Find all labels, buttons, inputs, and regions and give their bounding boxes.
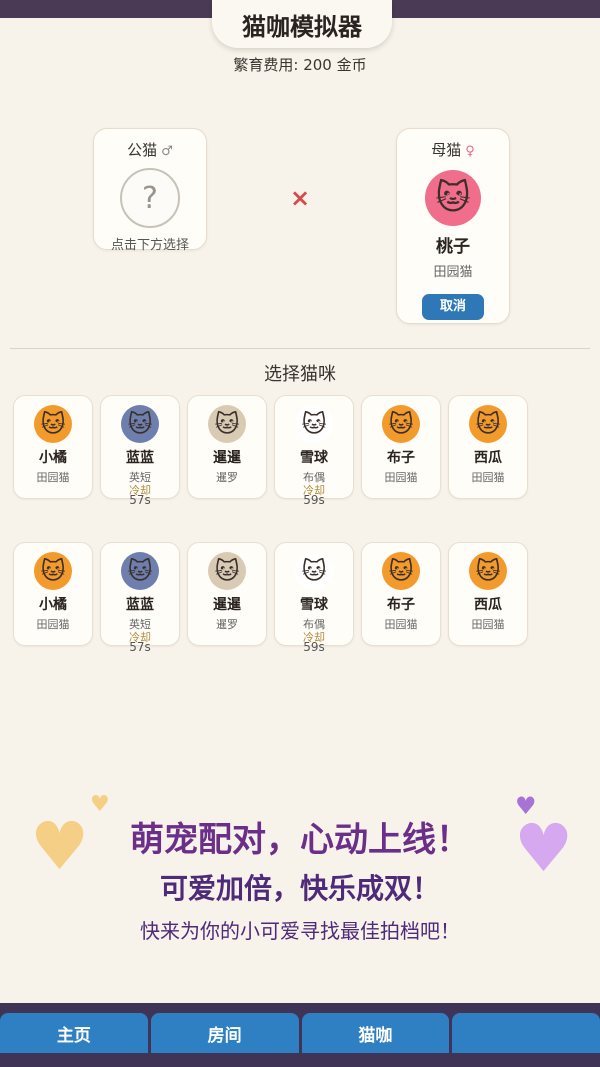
cat-card-xianxian[interactable]: 🐱 暹暹 暹罗 — [187, 395, 267, 499]
cat-avatar: 🐱 — [469, 552, 507, 590]
cat-name: 小橘 — [39, 450, 67, 466]
question-icon[interactable]: ? — [120, 168, 180, 228]
cat-breed: 暹罗 — [216, 618, 238, 631]
cat-avatar: 🐱 — [382, 552, 420, 590]
cat-card-buzi[interactable]: 🐱 布子 田园猫 — [361, 395, 441, 499]
cancel-button[interactable]: 取消 — [422, 294, 484, 320]
female-symbol-icon: ♀ — [465, 144, 475, 159]
cat-name: 雪球 — [300, 450, 328, 466]
bottom-nav: 主页 房间 猫咖 — [0, 1003, 600, 1067]
cat-breed: 布偶 — [303, 471, 325, 484]
cat-card-lanlan[interactable]: 🐱 蓝蓝 英短 冷却 57s — [100, 395, 180, 507]
cat-avatar: 🐱 — [34, 405, 72, 443]
cooldown-time: 59s — [303, 640, 325, 654]
cat-card-xiaoju[interactable]: 🐱 小橘 田园猫 — [13, 542, 93, 646]
male-hint: 点击下方选择 — [110, 238, 189, 253]
cat-breed: 田园猫 — [36, 618, 70, 631]
cat-name: 西瓜 — [474, 597, 502, 613]
cat-breed: 田园猫 — [471, 618, 505, 631]
cat-avatar: 🐱 — [382, 405, 420, 443]
selected-cat-breed: 田园猫 — [433, 265, 473, 280]
cat-avatar: 🐱 — [121, 552, 159, 590]
male-label: 公猫 — [127, 141, 158, 159]
cat-breed: 田园猫 — [471, 471, 505, 484]
cat-card-xueqiu[interactable]: 🐱 雪球 布偶 冷却 59s — [274, 395, 354, 507]
cat-card-lanlan[interactable]: 🐱 蓝蓝 英短 冷却 57s — [100, 542, 180, 654]
cat-avatar: 🐱 — [295, 552, 333, 590]
cat-name: 布子 — [387, 450, 415, 466]
cat-card-xiaoju[interactable]: 🐱 小橘 田园猫 — [13, 395, 93, 499]
cooldown-time: 57s — [129, 640, 151, 654]
cat-breed: 田园猫 — [384, 471, 418, 484]
promo-line-1: 萌宠配对，心动上线！ — [130, 820, 470, 860]
cat-name: 蓝蓝 — [126, 597, 154, 613]
male-symbol-icon: ♂ — [161, 144, 173, 159]
tab-room[interactable]: 房间 — [150, 1013, 299, 1053]
cat-avatar: 🐱 — [208, 552, 246, 590]
cat-card-xigua[interactable]: 🐱 西瓜 田园猫 — [448, 395, 528, 499]
female-slot[interactable]: 母猫 ♀ 🐱 桃子 田园猫 取消 — [396, 128, 510, 324]
breeding-fee: 繁育费用: 200 金币 — [233, 56, 367, 74]
cat-breed: 英短 — [129, 618, 151, 631]
cross-icon: × — [290, 184, 311, 212]
promo-line-3: 快来为你的小可爱寻找最佳拍档吧！ — [140, 919, 460, 943]
female-label: 母猫 — [431, 141, 462, 159]
cat-name: 暹暹 — [213, 450, 241, 466]
male-slot[interactable]: 公猫 ♂ ? 点击下方选择 — [93, 128, 207, 253]
cooldown-time: 57s — [129, 493, 151, 507]
cooldown-time: 59s — [303, 493, 325, 507]
selected-cat-name: 桃子 — [436, 237, 470, 257]
cat-breed: 田园猫 — [36, 471, 70, 484]
cat-card-xianxian[interactable]: 🐱 暹暹 暹罗 — [187, 542, 267, 646]
cat-avatar: 🐱 — [34, 552, 72, 590]
selected-cat-avatar: 🐱 — [425, 170, 481, 226]
cat-name: 西瓜 — [474, 450, 502, 466]
select-cat-title: 选择猫咪 — [264, 364, 336, 385]
cat-name: 布子 — [387, 597, 415, 613]
cat-breed: 田园猫 — [384, 618, 418, 631]
cat-name: 暹暹 — [213, 597, 241, 613]
promo-banner: 萌宠配对，心动上线！ 可爱加倍，快乐成双！ 快来为你的小可爱寻找最佳拍档吧！ — [0, 800, 600, 944]
cat-name: 蓝蓝 — [126, 450, 154, 466]
tab-cat-cafe[interactable]: 猫咖 — [301, 1013, 450, 1053]
cat-breed: 布偶 — [303, 618, 325, 631]
cat-avatar: 🐱 — [208, 405, 246, 443]
tab-more[interactable] — [452, 1013, 600, 1053]
tab-home[interactable]: 主页 — [0, 1013, 148, 1053]
cat-grid-row-1: 🐱 小橘 田园猫 🐱 蓝蓝 英短 冷却 57s 🐱 暹暹 暹罗 🐱 雪球 布偶 … — [13, 395, 533, 507]
cat-name: 小橘 — [39, 597, 67, 613]
cat-name: 雪球 — [300, 597, 328, 613]
cat-breed: 暹罗 — [216, 471, 238, 484]
cat-card-buzi[interactable]: 🐱 布子 田园猫 — [361, 542, 441, 646]
cat-card-xueqiu[interactable]: 🐱 雪球 布偶 冷却 59s — [274, 542, 354, 654]
cat-avatar: 🐱 — [121, 405, 159, 443]
cat-grid-row-2: 🐱 小橘 田园猫 🐱 蓝蓝 英短 冷却 57s 🐱 暹暹 暹罗 🐱 雪球 布偶 … — [13, 542, 533, 654]
cat-avatar: 🐱 — [295, 405, 333, 443]
promo-line-2: 可爱加倍，快乐成双！ — [159, 872, 440, 905]
app-title: 猫咖模拟器 — [212, 0, 392, 48]
divider — [10, 348, 590, 349]
cat-avatar: 🐱 — [469, 405, 507, 443]
cat-breed: 英短 — [129, 471, 151, 484]
cat-card-xigua[interactable]: 🐱 西瓜 田园猫 — [448, 542, 528, 646]
